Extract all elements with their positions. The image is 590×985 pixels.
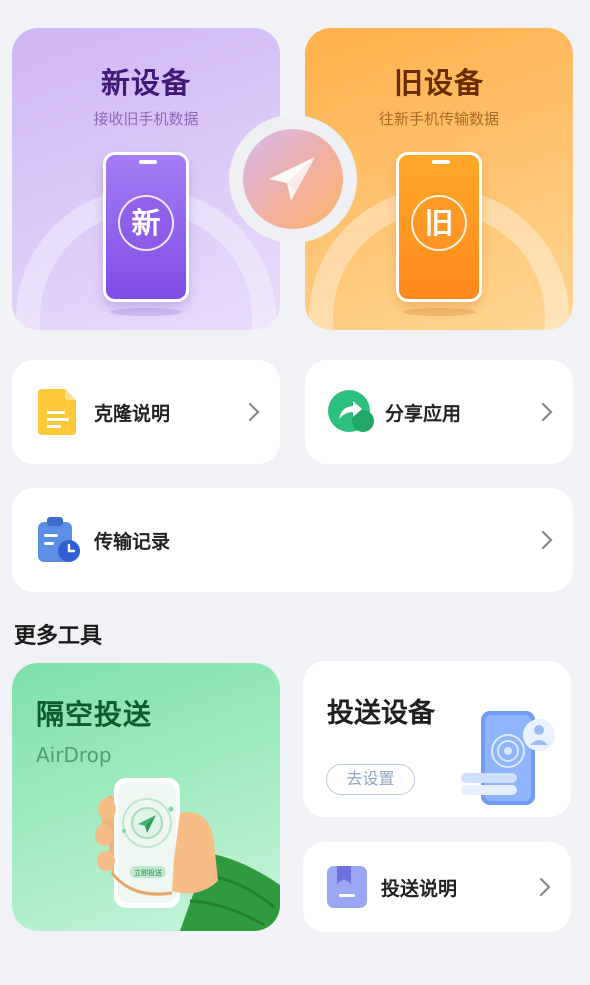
more-tools-heading: 更多工具	[14, 624, 103, 649]
clone-guide-label: 克隆说明	[94, 402, 171, 425]
chevron-right-icon	[248, 402, 260, 422]
old-device-subtitle: 往新手机传输数据	[378, 110, 499, 128]
new-phone-illustration: 新	[103, 152, 189, 302]
guide-book-icon	[327, 864, 367, 910]
cast-device-card[interactable]: 投送设备 去设置	[303, 661, 571, 817]
new-device-subtitle: 接收旧手机数据	[93, 110, 199, 128]
document-icon	[38, 389, 78, 435]
airdrop-card[interactable]: 隔空投送 AirDrop 立即投送	[12, 663, 280, 931]
chevron-right-icon	[541, 530, 553, 550]
clone-guide-card[interactable]: 克隆说明	[12, 360, 280, 464]
new-badge: 新	[118, 195, 174, 251]
share-app-label: 分享应用	[385, 402, 462, 425]
go-settings-button[interactable]: 去设置	[326, 764, 415, 795]
share-icon	[327, 389, 375, 435]
old-badge: 旧	[411, 195, 467, 251]
paper-plane-icon	[269, 157, 315, 201]
chevron-right-icon	[539, 877, 551, 897]
share-app-card[interactable]: 分享应用	[305, 360, 573, 464]
cast-guide-label: 投送说明	[381, 877, 458, 900]
new-device-title: 新设备	[100, 66, 191, 100]
cast-guide-card[interactable]: 投送说明	[303, 842, 571, 932]
clipboard-clock-icon	[38, 517, 80, 563]
transfer-history-label: 传输记录	[94, 530, 171, 553]
hand-holding-phone-illustration: 立即投送	[95, 778, 280, 931]
phone-send-now-text: 立即投送	[134, 868, 162, 877]
cast-phone-illustration	[461, 711, 555, 805]
old-phone-illustration: 旧	[396, 152, 482, 302]
cast-device-title: 投送设备	[327, 698, 435, 729]
chevron-right-icon	[541, 402, 553, 422]
transfer-history-card[interactable]: 传输记录	[12, 488, 573, 592]
transfer-center-badge	[229, 115, 357, 243]
old-device-title: 旧设备	[393, 66, 484, 100]
